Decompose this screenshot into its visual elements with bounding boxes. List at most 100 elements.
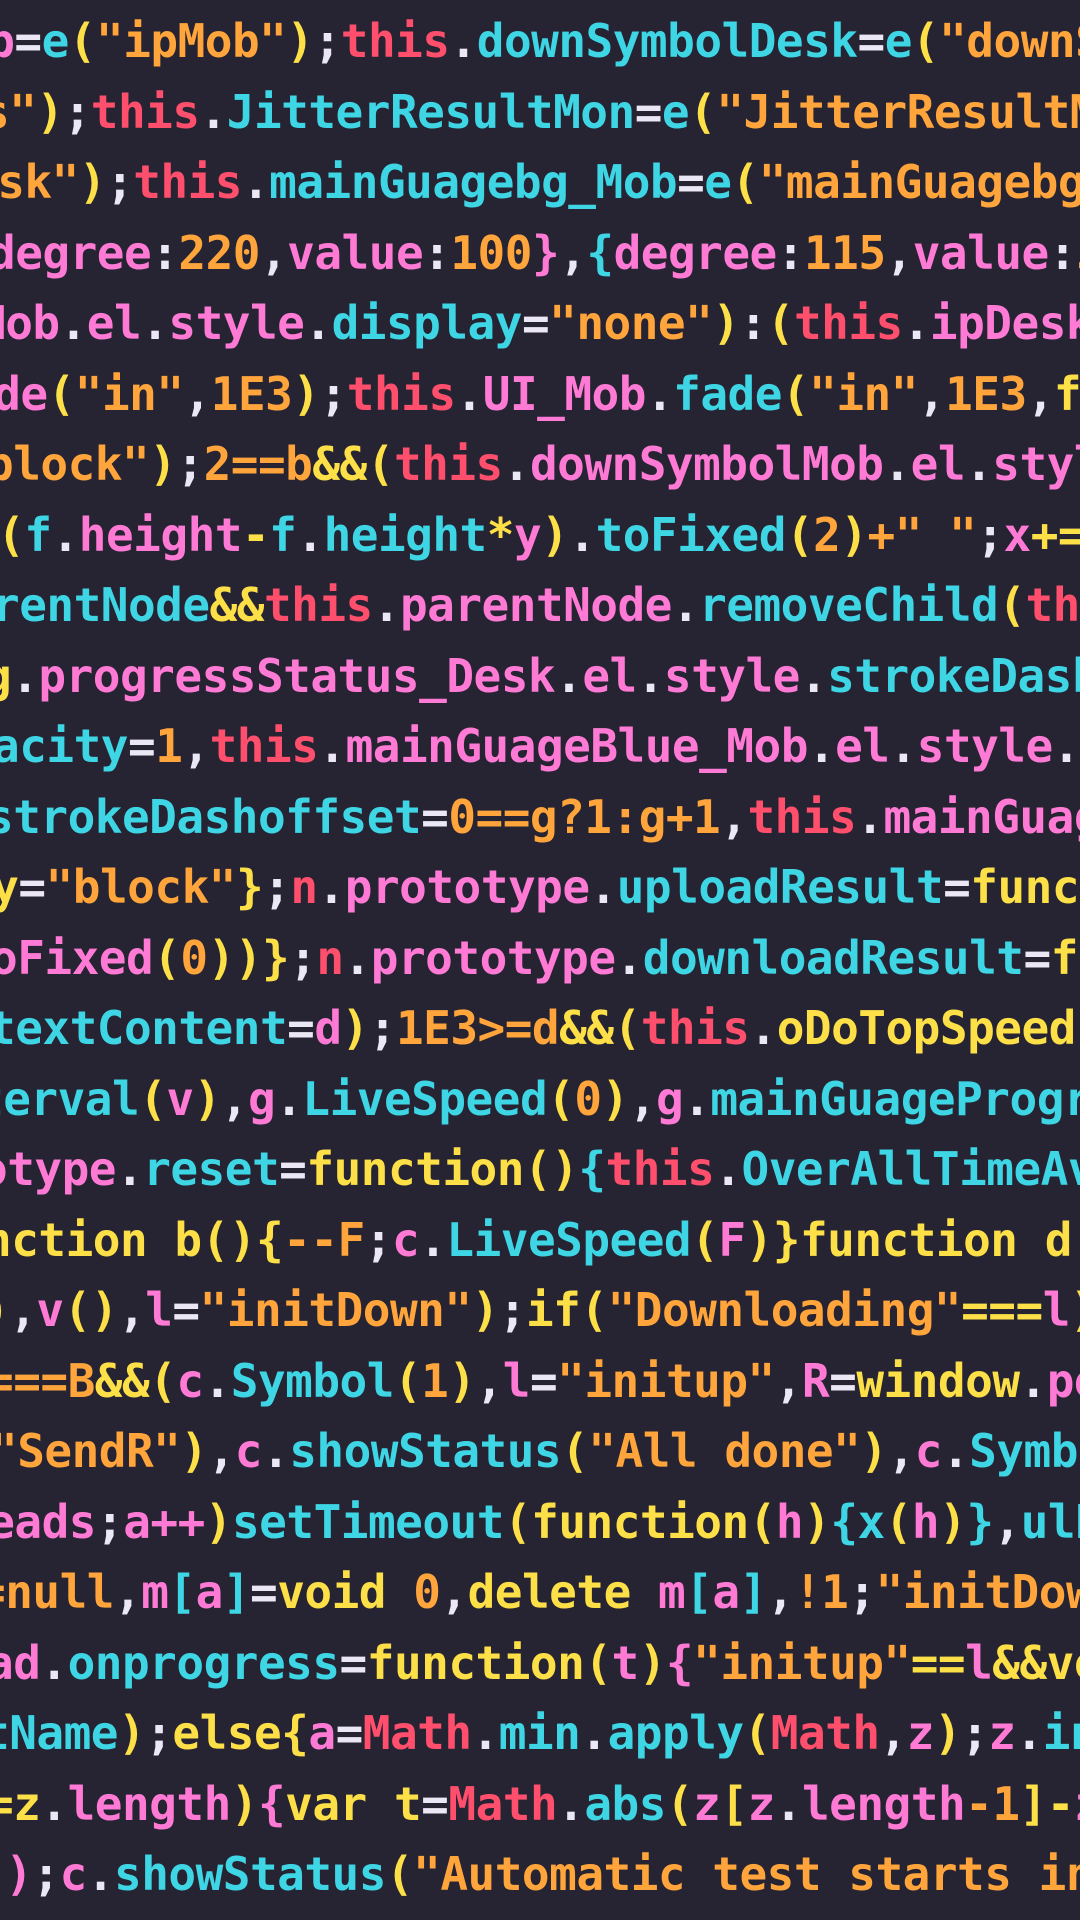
code-token: [ [720, 1776, 748, 1831]
code-token: = [127, 719, 156, 773]
code-token: length [67, 1776, 232, 1831]
code-token: min [498, 1706, 581, 1760]
code-token: . [275, 1071, 303, 1126]
code-line: s");this.JitterResultMon=e("JitterResult… [0, 77, 1080, 148]
code-token: . [555, 648, 583, 703]
code-token: , [440, 1565, 468, 1619]
code-token: ( [580, 1283, 608, 1337]
code-token: el [835, 719, 890, 773]
code-token: . [449, 14, 478, 68]
code-line: terval(v),g.LiveSpeed(0),g.mainGuageProg… [0, 1064, 1080, 1135]
code-token: this [1025, 578, 1080, 632]
code-token: ] [739, 1565, 768, 1619]
code-token: ( [884, 1494, 913, 1549]
code-token: 0==g?1:g+1 [448, 789, 721, 844]
code-token: OverAllTimeAvg [741, 1142, 1080, 1196]
code-token: c [59, 1847, 88, 1901]
code-token: ( [731, 155, 760, 209]
code-token: -1 [965, 1776, 1020, 1831]
code-token: a [308, 1706, 336, 1760]
code-token: mainGuageProgres [710, 1071, 1080, 1126]
code-token: ) [207, 930, 236, 985]
code-token: e [41, 14, 70, 68]
code-token: oDoTopSpeed [776, 1001, 1077, 1055]
code-token: mainGuageBlue_Mob [345, 719, 809, 773]
code-token: && [209, 578, 265, 632]
code-token: e [704, 155, 732, 209]
code-token: "initDown [875, 1565, 1080, 1619]
code-line: tName);else{a=Math.min.apply(Math,z);z.i… [0, 1698, 1080, 1769]
code-token: , [887, 1424, 916, 1478]
code-token: this [263, 578, 373, 632]
code-token: inde [1042, 1706, 1080, 1760]
code-line: esk");this.mainGuagebg_Mob=e("mainGuageb… [0, 147, 1080, 218]
code-token: 115 [803, 225, 886, 280]
code-token: ; [319, 366, 348, 421]
code-token: } [261, 930, 290, 985]
code-token: ( [743, 1706, 772, 1760]
code-token: . [714, 1142, 742, 1196]
code-token: ) [471, 1283, 500, 1337]
code-token: degree [613, 225, 778, 280]
code-token: . [1076, 1001, 1080, 1055]
code-token: a [712, 1565, 740, 1619]
code-token: : [423, 225, 451, 280]
code-token: { [255, 1212, 284, 1267]
code-token: ) [117, 1706, 146, 1760]
code-token: [ [685, 1565, 713, 1619]
code-line: acity=1,this.mainGuageBlue_Mob.el.style.… [0, 711, 1080, 782]
code-token: style [916, 719, 1053, 773]
code-token: ( [766, 296, 795, 350]
code-token: --F [283, 1212, 365, 1267]
code-token: this [747, 789, 857, 844]
code-token: == [910, 1635, 966, 1690]
code-token: this [346, 366, 456, 421]
code-line: textContent=d);1E3>=d&&(this.oDoTopSpeed… [0, 993, 1080, 1064]
code-token: = [279, 1142, 307, 1196]
code-token: reads [0, 1494, 96, 1549]
code-token: 1E3 [210, 366, 293, 421]
code-token: "Downloading" [607, 1283, 962, 1337]
code-token: ( [139, 1071, 167, 1126]
code-token: mainGuagebg_Mob [269, 155, 678, 209]
code-token: acity [0, 719, 128, 773]
code-token: g [655, 1071, 684, 1126]
code-token: "SendR" [0, 1424, 181, 1478]
code-token: m [657, 1565, 686, 1619]
code-token: 1 [155, 719, 183, 773]
code-token: apply [607, 1706, 744, 1760]
code-token: ) [286, 14, 314, 68]
code-token: c [234, 1424, 263, 1478]
code-token: "ipMob" [96, 14, 287, 68]
code-token: window [856, 1353, 1020, 1408]
code-token: . [343, 930, 372, 985]
code-token: "JitterResultMon [716, 84, 1080, 139]
code-token: Symbol [230, 1353, 395, 1408]
code-token: . [557, 1776, 585, 1831]
code-token: z [1074, 1777, 1080, 1831]
code-token: rentNode [0, 578, 210, 632]
code-token: . [59, 296, 88, 350]
code-token: ; [976, 507, 1004, 562]
code-token: "initup" [557, 1353, 775, 1408]
code-token: ( [998, 578, 1026, 632]
code-token: . [1019, 1353, 1048, 1408]
code-token: n [316, 930, 344, 985]
code-token: , [1026, 366, 1055, 421]
code-token: && [559, 1001, 614, 1055]
code-line: ob=e("ipMob");this.downSymbolDesk=e("dow… [0, 6, 1080, 77]
code-token: , [720, 789, 748, 844]
code-token: () [523, 1142, 579, 1196]
code-token: ; [848, 1565, 876, 1619]
code-token: ) [0, 1283, 10, 1337]
code-token: m [141, 1565, 169, 1619]
code-token: ) [712, 296, 740, 350]
code-token: ; [961, 1706, 989, 1760]
code-token: ; [32, 1847, 60, 1901]
code-token: 2 [813, 507, 841, 562]
code-token: s" [0, 84, 37, 139]
code-line: g.progressStatus_Desk.el.style.strokeDas… [0, 641, 1080, 712]
code-token: e [884, 14, 913, 68]
code-token: ; [313, 14, 342, 68]
code-token: g [0, 649, 12, 703]
